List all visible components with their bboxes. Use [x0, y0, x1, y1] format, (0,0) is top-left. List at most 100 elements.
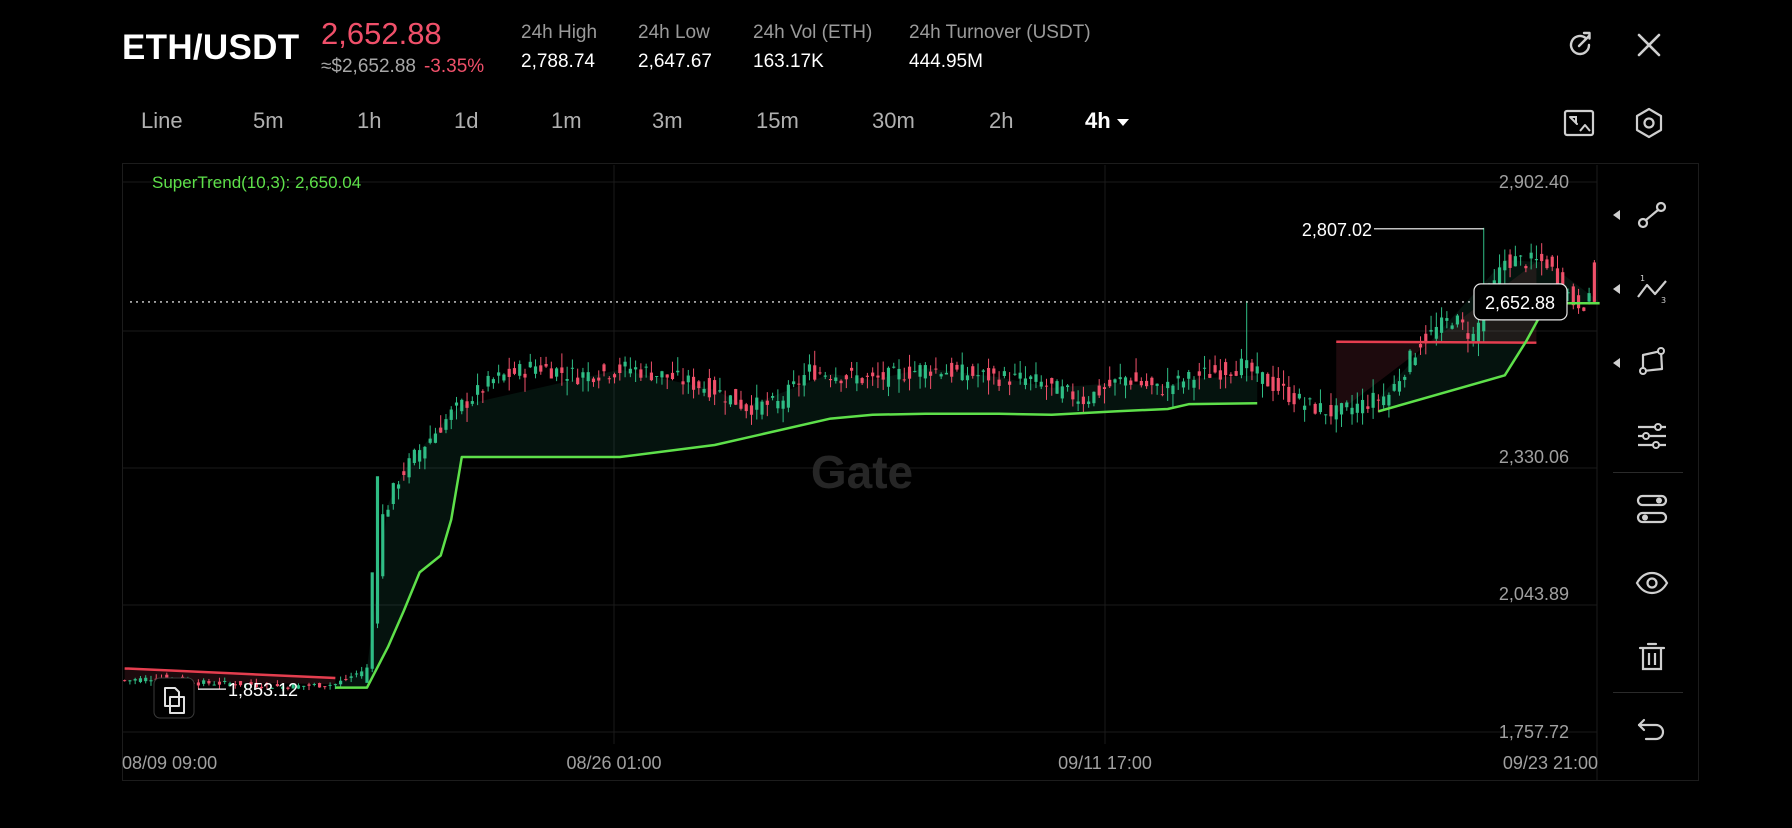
candle-body — [828, 379, 833, 381]
candle-body — [1508, 254, 1512, 268]
candle-body — [1418, 344, 1423, 348]
candle-body — [1361, 399, 1365, 414]
candle-body — [939, 374, 943, 377]
candle-body — [386, 509, 390, 517]
candle-body — [886, 367, 891, 387]
candle-body — [481, 391, 485, 393]
candle-body — [375, 476, 380, 624]
candle-body — [965, 375, 970, 381]
undo-icon[interactable] — [1634, 712, 1670, 748]
candle-body — [960, 364, 964, 381]
candle-body — [981, 370, 985, 372]
candle-body — [1540, 253, 1544, 262]
candle-body — [660, 371, 664, 378]
candle-body — [1292, 393, 1296, 405]
candle-body — [1013, 373, 1017, 375]
candle-body — [807, 364, 812, 372]
supertrend-indicator-label[interactable]: SuperTrend(10,3): 2,650.04 — [152, 173, 361, 192]
candle-body — [1113, 379, 1117, 383]
candle-body — [623, 361, 627, 367]
candle-body — [865, 375, 869, 377]
candle-body — [433, 433, 438, 443]
candle-body — [1160, 394, 1164, 396]
candle-body — [734, 389, 738, 405]
candle-body — [1145, 380, 1149, 387]
candle-body — [1445, 318, 1449, 321]
candle-body — [1260, 372, 1265, 384]
candle-body — [1118, 377, 1122, 380]
candle-body — [423, 446, 427, 459]
expand-arrow-icon[interactable] — [1613, 284, 1620, 294]
candle-body — [855, 375, 859, 384]
eye-icon[interactable] — [1634, 565, 1670, 601]
candle-body — [628, 368, 632, 374]
candle-body — [792, 381, 796, 385]
candle-body — [760, 401, 764, 415]
candle-body — [1455, 315, 1459, 325]
candle-body — [929, 371, 933, 376]
candle-body — [591, 378, 596, 383]
candle-body — [1224, 362, 1228, 376]
expand-arrow-icon[interactable] — [1613, 210, 1620, 220]
fibonacci-tool-icon[interactable]: 1 3 — [1634, 271, 1670, 307]
candle-body — [1229, 374, 1233, 376]
supertrend-fill — [1378, 260, 1600, 412]
candle-body — [834, 377, 838, 381]
candle-body — [486, 375, 490, 387]
candle-body — [876, 375, 880, 378]
candle-body — [997, 379, 1001, 386]
candle-body — [813, 365, 817, 380]
candle-body — [1002, 371, 1006, 376]
candle-body — [1513, 256, 1517, 267]
candle-body — [1081, 396, 1085, 405]
price-chart[interactable]: Gate 2,652.88 2,807.02 1,853.12 2,902.40 2,33… — [0, 0, 1792, 828]
candle-body — [955, 364, 959, 370]
x-tick-label: 09/11 17:00 — [1058, 753, 1152, 773]
candle-body — [1250, 362, 1254, 372]
candle-body — [1008, 381, 1012, 385]
expand-arrow-icon[interactable] — [1613, 358, 1620, 368]
trendline-tool-icon[interactable] — [1634, 197, 1670, 233]
candle-body — [781, 400, 785, 409]
candle-body — [1076, 401, 1080, 404]
candle-body — [491, 379, 495, 384]
candle-body — [217, 681, 222, 685]
candle-body — [1308, 398, 1312, 400]
candle-body — [1018, 372, 1022, 379]
candle-body — [1245, 360, 1249, 369]
candle-body — [1471, 333, 1475, 342]
candle-body — [539, 365, 543, 372]
candle-body — [402, 471, 406, 475]
candle-body — [612, 374, 617, 378]
candle-body — [570, 367, 574, 369]
candle-body — [128, 680, 132, 682]
candle-body — [497, 372, 501, 376]
candle-body — [1271, 376, 1275, 391]
candle-body — [976, 375, 980, 377]
candle-body — [744, 404, 748, 412]
candle-body — [902, 379, 906, 381]
candle-body — [1503, 260, 1507, 271]
candle-body — [1376, 399, 1380, 401]
candle-body — [881, 372, 885, 380]
candle-body — [507, 368, 511, 377]
chart-settings-icon[interactable] — [1634, 491, 1670, 527]
candle-body — [381, 514, 385, 577]
candle-body — [1350, 407, 1354, 415]
candle-body — [560, 367, 564, 373]
candle-body — [992, 368, 996, 374]
candle-body — [1208, 373, 1212, 378]
candle-body — [1202, 367, 1207, 369]
trash-icon[interactable] — [1634, 639, 1670, 675]
shape-tool-icon[interactable] — [1634, 344, 1670, 380]
candle-body — [1334, 405, 1338, 420]
candle-body — [1329, 405, 1333, 417]
indicator-adjust-icon[interactable] — [1634, 418, 1670, 454]
candle-body — [581, 372, 585, 378]
candle-body — [686, 375, 690, 383]
candle-body — [1060, 386, 1064, 399]
candle-body — [839, 380, 843, 384]
candle-body — [597, 377, 601, 381]
candle-body — [871, 372, 875, 377]
watermark-gate: Gate — [811, 446, 913, 498]
